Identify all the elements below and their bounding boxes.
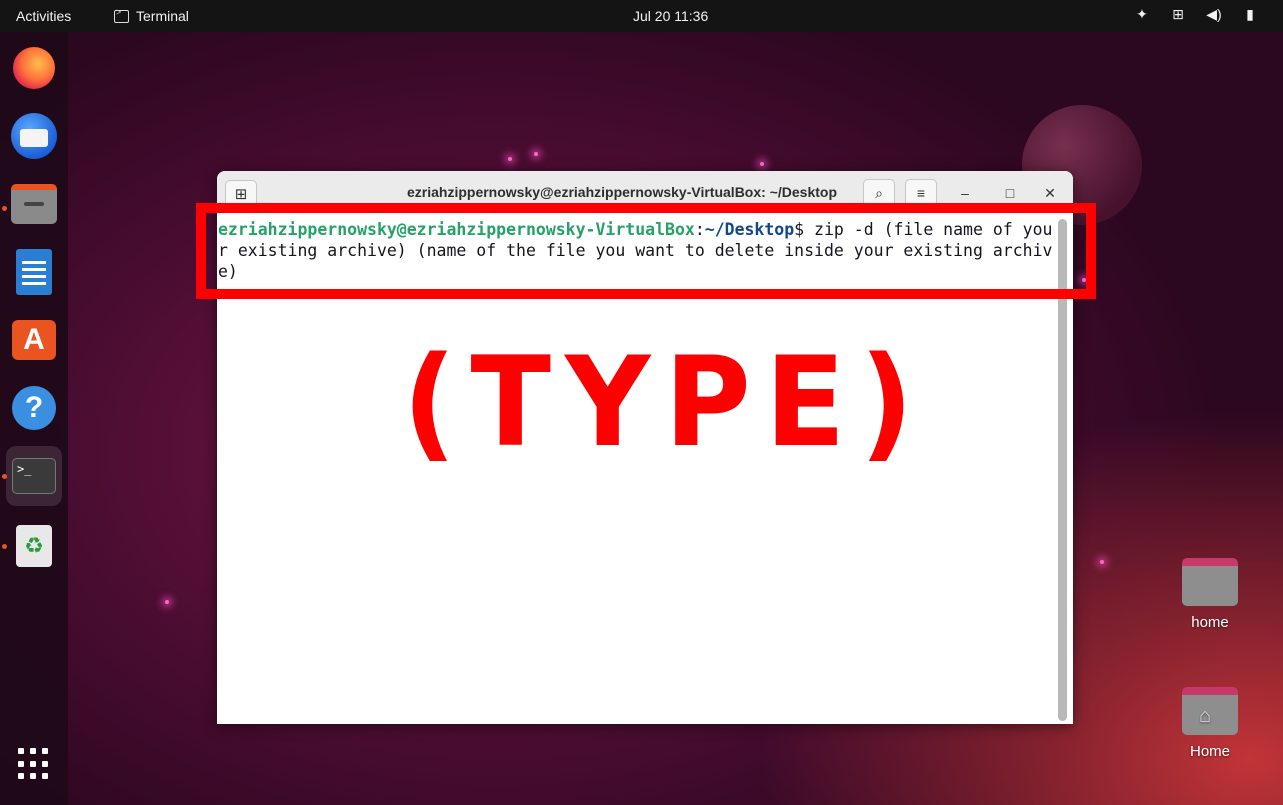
accessibility-icon[interactable]: ✦	[1133, 6, 1151, 23]
hamburger-icon: ≡	[916, 185, 926, 201]
terminal-icon	[114, 7, 129, 23]
app-menu-label: Terminal	[136, 8, 189, 24]
software-store-icon: A	[12, 320, 56, 360]
wallpaper-star	[760, 162, 764, 166]
network-icon[interactable]: ⊞	[1169, 6, 1187, 23]
battery-icon[interactable]: ▮	[1241, 6, 1259, 23]
prompt-separator: :	[694, 220, 705, 239]
dock-help[interactable]: ?	[8, 382, 60, 434]
dock-writer[interactable]	[8, 246, 60, 298]
activities-button[interactable]: Activities	[16, 8, 71, 24]
home-folder-icon: ⌂	[1182, 687, 1238, 735]
system-tray[interactable]: ✦ ⊞ ◀) ▮	[1133, 6, 1259, 23]
dock-firefox[interactable]	[8, 42, 60, 94]
top-bar: Activities Terminal Jul 20 11:36 ✦ ⊞ ◀) …	[0, 0, 1283, 32]
prompt-symbol: $	[794, 220, 805, 239]
dock-files[interactable]	[8, 178, 60, 230]
help-icon: ?	[12, 386, 56, 430]
files-icon	[11, 184, 57, 224]
minimize-button[interactable]: –	[954, 182, 976, 204]
trash-icon: ♻	[16, 525, 52, 567]
dock-software[interactable]: A	[8, 314, 60, 366]
prompt-path: ~/Desktop	[704, 220, 795, 239]
terminal-scrollbar[interactable]	[1058, 219, 1067, 721]
running-indicator	[2, 544, 7, 549]
prompt-user-host: ezriahzippernowsky@ezriahzippernowsky-Vi…	[218, 220, 695, 239]
wallpaper-star	[1100, 560, 1104, 564]
app-menu[interactable]: Terminal	[114, 7, 189, 24]
search-icon: ⌕	[875, 184, 883, 201]
desktop-icon-label: home	[1191, 614, 1229, 631]
show-apps-button[interactable]	[18, 748, 50, 780]
wallpaper-star	[1082, 278, 1086, 282]
clock[interactable]: Jul 20 11:36	[633, 8, 708, 24]
menu-button[interactable]: ≡	[905, 179, 937, 207]
new-tab-button[interactable]: ⊞	[225, 180, 257, 208]
dock-trash[interactable]: ♻	[8, 520, 60, 572]
dock: A ? >_ ♻	[0, 32, 68, 805]
terminal-headerbar[interactable]: ⊞ ezriahzippernowsky@ezriahzippernowsky-…	[217, 171, 1073, 213]
thunderbird-icon	[11, 113, 57, 159]
desktop-icon-label: Home	[1189, 743, 1230, 760]
wallpaper-star	[508, 157, 512, 161]
terminal-icon: >_	[12, 458, 56, 494]
type-annotation: (TYPE)	[402, 329, 928, 475]
maximize-button[interactable]: □	[999, 182, 1021, 204]
maximize-icon: □	[1005, 185, 1015, 201]
volume-icon[interactable]: ◀)	[1205, 6, 1223, 23]
desktop-icon-home[interactable]: ⌂ Home	[1170, 687, 1250, 760]
folder-icon	[1182, 558, 1238, 606]
terminal-output[interactable]: ezriahzippernowsky@ezriahzippernowsky-Vi…	[218, 219, 1056, 282]
house-icon: ⌂	[1199, 705, 1212, 727]
wallpaper-star	[534, 152, 538, 156]
minimize-icon: –	[961, 185, 969, 201]
dock-terminal[interactable]: >_	[6, 446, 62, 506]
close-icon: ✕	[1044, 184, 1056, 201]
wallpaper-star	[165, 600, 169, 604]
writer-icon	[16, 249, 52, 295]
dock-thunderbird[interactable]	[8, 110, 60, 162]
window-title: ezriahzippernowsky@ezriahzippernowsky-Vi…	[406, 184, 837, 200]
running-indicator	[2, 206, 7, 211]
search-button[interactable]: ⌕	[863, 179, 895, 207]
desktop-icon-home-folder[interactable]: home	[1170, 558, 1250, 631]
firefox-icon	[13, 47, 55, 89]
close-button[interactable]: ✕	[1039, 182, 1061, 204]
plus-icon: ⊞	[234, 186, 248, 203]
